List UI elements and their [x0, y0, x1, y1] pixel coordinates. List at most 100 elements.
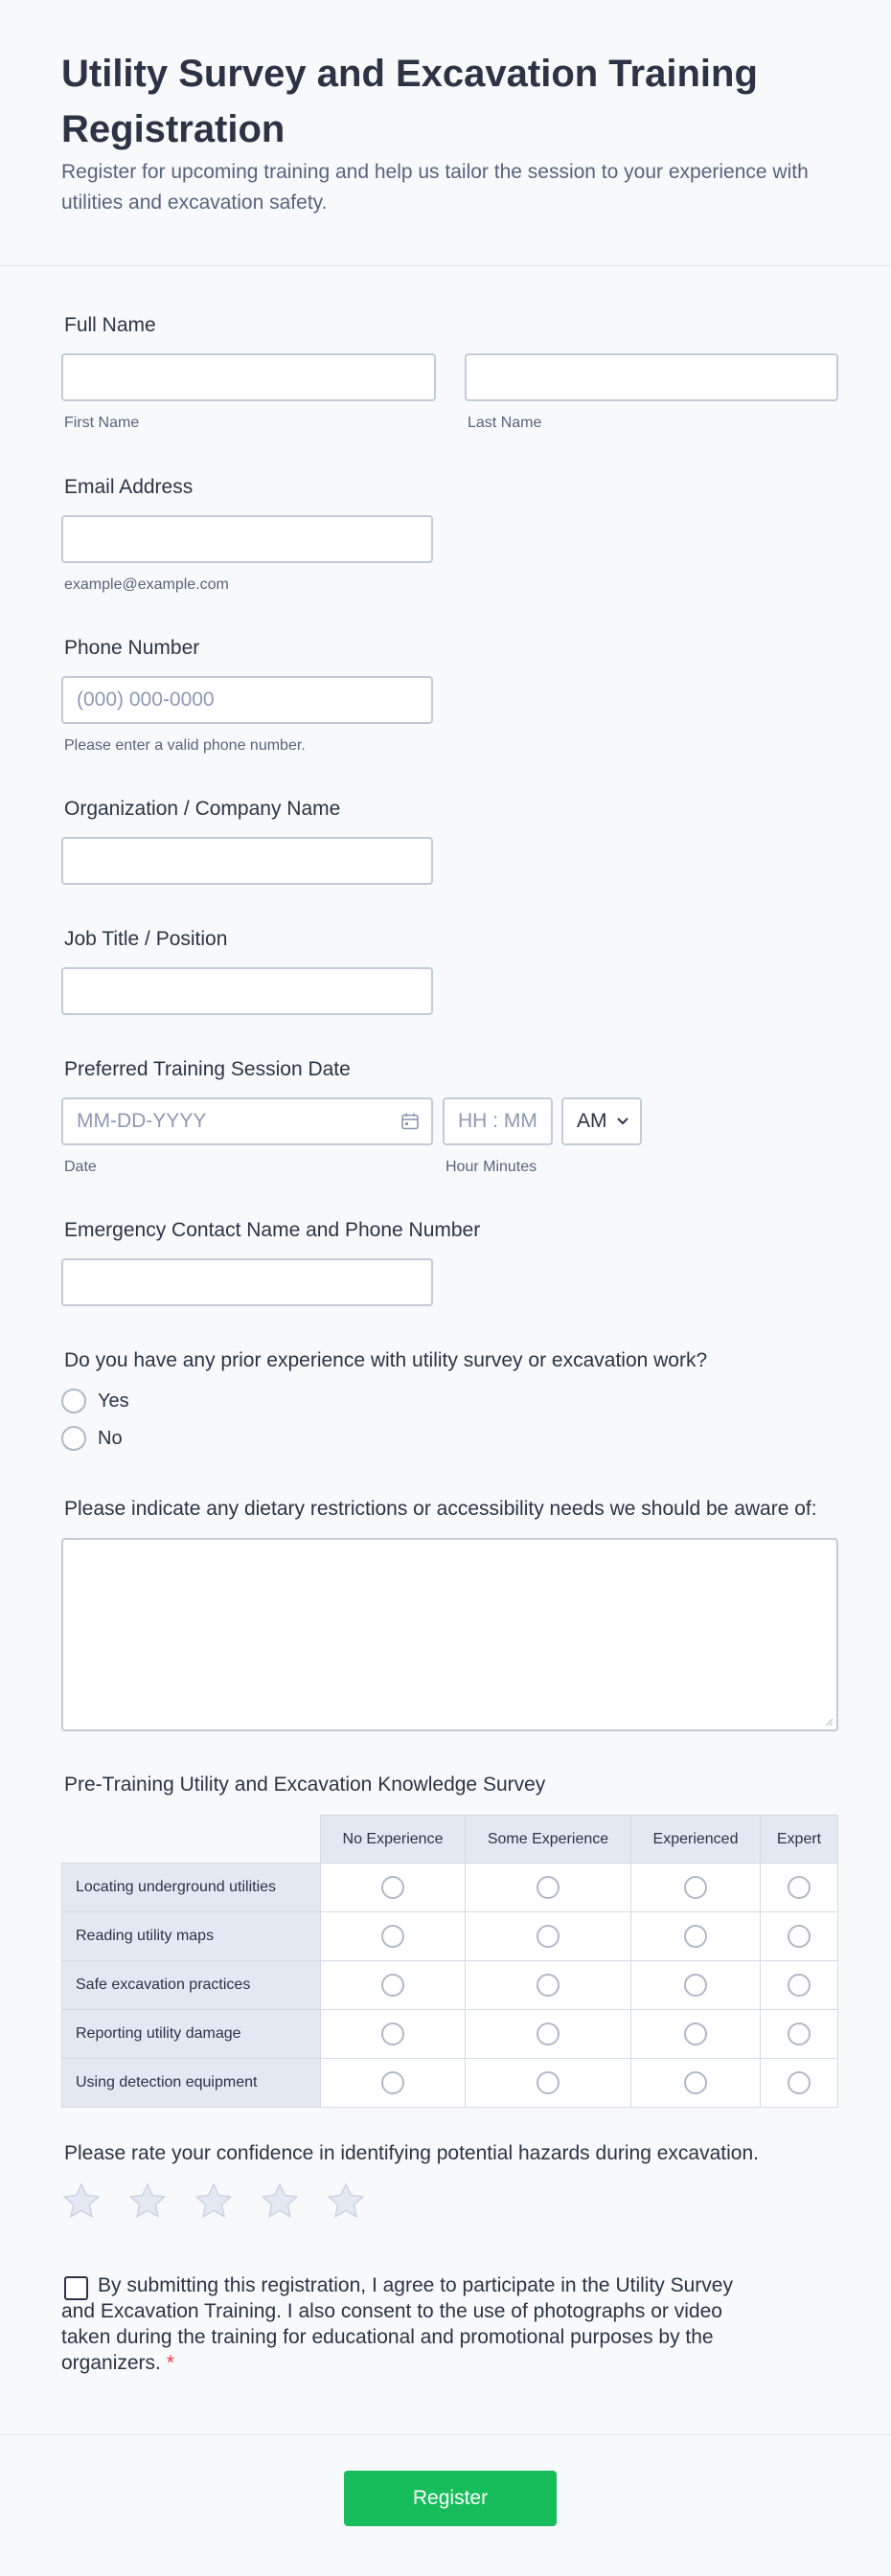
matrix-cell[interactable] — [630, 2058, 761, 2108]
matrix-radio[interactable] — [537, 1925, 560, 1948]
radio-no[interactable] — [61, 1426, 86, 1451]
matrix-col-header: Experienced — [630, 1815, 761, 1864]
last-name-input[interactable] — [465, 353, 838, 401]
radio-yes-label: Yes — [98, 1390, 129, 1412]
email-sublabel: example@example.com — [64, 576, 229, 593]
matrix-radio[interactable] — [381, 2022, 404, 2045]
phone-sublabel: Please enter a valid phone number. — [64, 737, 306, 754]
matrix-cell[interactable] — [630, 2009, 761, 2059]
matrix-cell[interactable] — [320, 2058, 466, 2108]
matrix-radio[interactable] — [684, 2022, 707, 2045]
organization-input[interactable] — [61, 837, 433, 885]
matrix-radio[interactable] — [788, 1876, 811, 1899]
matrix-radio[interactable] — [788, 2071, 811, 2094]
star-icon[interactable] — [260, 2181, 300, 2222]
matrix-radio[interactable] — [537, 2071, 560, 2094]
emergency-contact-input[interactable] — [61, 1258, 433, 1306]
matrix-cell[interactable] — [630, 1911, 761, 1961]
date-placeholder: MM-DD-YYYY — [77, 1110, 207, 1132]
knowledge-survey-matrix: No Experience Some Experience Experience… — [61, 1815, 838, 2108]
time-placeholder: HH : MM — [458, 1110, 537, 1132]
register-button[interactable]: Register — [344, 2471, 557, 2526]
phone-placeholder: (000) 000-0000 — [77, 689, 215, 711]
matrix-cell[interactable] — [465, 1911, 631, 1961]
dietary-textarea[interactable] — [61, 1538, 838, 1731]
session-date-input[interactable]: MM-DD-YYYY — [61, 1097, 433, 1145]
star-rating[interactable] — [61, 2181, 387, 2224]
phone-input[interactable]: (000) 000-0000 — [61, 676, 433, 724]
matrix-cell[interactable] — [760, 1960, 838, 2010]
matrix-header-row: No Experience Some Experience Experience… — [61, 1815, 838, 1864]
matrix-radio[interactable] — [381, 1925, 404, 1948]
matrix-radio[interactable] — [381, 1876, 404, 1899]
job-title-input[interactable] — [61, 967, 433, 1015]
rating-question: Please rate your confidence in identifyi… — [64, 2142, 759, 2164]
chevron-down-icon — [617, 1118, 628, 1125]
matrix-row-label: Safe excavation practices — [61, 1960, 321, 2010]
matrix-corner — [61, 1815, 321, 1864]
matrix-cell[interactable] — [465, 2058, 631, 2108]
form-header: Utility Survey and Excavation Training R… — [0, 0, 891, 266]
date-sublabel: Date — [64, 1159, 97, 1175]
matrix-radio[interactable] — [684, 2071, 707, 2094]
job-title-label: Job Title / Position — [64, 928, 228, 950]
matrix-cell[interactable] — [320, 1911, 466, 1961]
matrix-row: Reporting utility damage — [61, 2009, 838, 2059]
matrix-cell[interactable] — [320, 2009, 466, 2059]
matrix-cell[interactable] — [760, 1911, 838, 1961]
form-page: Utility Survey and Excavation Training R… — [0, 0, 891, 2576]
radio-yes[interactable] — [61, 1389, 86, 1413]
matrix-cell[interactable] — [760, 2009, 838, 2059]
phone-label: Phone Number — [64, 637, 200, 659]
resize-grip-icon[interactable] — [824, 1717, 834, 1727]
first-name-input[interactable] — [61, 353, 436, 401]
survey-title: Pre-Training Utility and Excavation Know… — [64, 1774, 546, 1796]
matrix-cell[interactable] — [465, 1863, 631, 1912]
matrix-row: Using detection equipment — [61, 2058, 838, 2108]
ampm-select[interactable]: AM — [561, 1097, 642, 1145]
matrix-radio[interactable] — [788, 1974, 811, 1997]
calendar-icon[interactable] — [400, 1112, 420, 1131]
matrix-cell[interactable] — [630, 1960, 761, 2010]
last-name-sublabel: Last Name — [468, 415, 542, 431]
time-sublabel: Hour Minutes — [446, 1159, 537, 1175]
star-icon[interactable] — [127, 2181, 168, 2222]
matrix-row-label: Locating underground utilities — [61, 1863, 321, 1912]
matrix-cell[interactable] — [465, 2009, 631, 2059]
matrix-cell[interactable] — [760, 1863, 838, 1912]
full-name-label: Full Name — [64, 314, 156, 336]
organization-label: Organization / Company Name — [64, 798, 341, 820]
matrix-row-label: Reading utility maps — [61, 1911, 321, 1961]
form-title: Utility Survey and Excavation Training R… — [61, 53, 758, 150]
star-icon[interactable] — [61, 2181, 102, 2222]
matrix-cell[interactable] — [320, 1863, 466, 1912]
star-icon[interactable] — [326, 2181, 366, 2222]
session-time-input[interactable]: HH : MM — [443, 1097, 553, 1145]
matrix-radio[interactable] — [684, 1925, 707, 1948]
matrix-radio[interactable] — [537, 1974, 560, 1997]
matrix-cell[interactable] — [630, 1863, 761, 1912]
matrix-radio[interactable] — [788, 2022, 811, 2045]
matrix-cell[interactable] — [320, 1960, 466, 2010]
matrix-cell[interactable] — [760, 2058, 838, 2108]
matrix-cell[interactable] — [465, 1960, 631, 2010]
required-asterisk: * — [166, 2352, 174, 2374]
emergency-contact-label: Emergency Contact Name and Phone Number — [64, 1219, 481, 1241]
experience-question: Do you have any prior experience with ut… — [64, 1349, 708, 1371]
session-date-label: Preferred Training Session Date — [64, 1058, 351, 1080]
form-subtitle: Register for upcoming training and help … — [61, 161, 809, 214]
matrix-radio[interactable] — [381, 1974, 404, 1997]
matrix-row: Reading utility maps — [61, 1911, 838, 1961]
matrix-radio[interactable] — [684, 1876, 707, 1899]
email-input[interactable] — [61, 515, 433, 563]
star-icon[interactable] — [194, 2181, 234, 2222]
matrix-radio[interactable] — [381, 2071, 404, 2094]
matrix-radio[interactable] — [788, 1925, 811, 1948]
email-label: Email Address — [64, 476, 194, 498]
consent-text: By submitting this registration, I agree… — [61, 2274, 733, 2374]
ampm-value: AM — [577, 1110, 607, 1132]
matrix-radio[interactable] — [537, 1876, 560, 1899]
radio-no-label: No — [98, 1428, 123, 1449]
matrix-radio[interactable] — [684, 1974, 707, 1997]
matrix-radio[interactable] — [537, 2022, 560, 2045]
